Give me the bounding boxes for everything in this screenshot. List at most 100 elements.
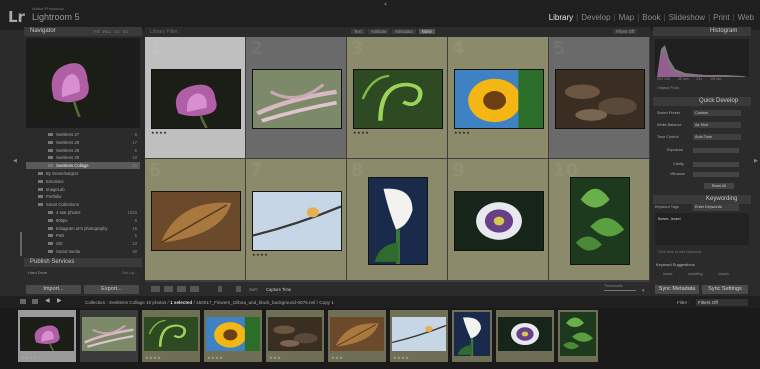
filmstrip-source[interactable]: Collection : Seeklens Collage 10 photos … (85, 300, 334, 305)
star-rating[interactable]: ★★★★ (252, 252, 268, 257)
loupe-view-icon[interactable] (164, 286, 173, 292)
painter-icon[interactable] (218, 286, 222, 292)
grid-cell[interactable]: 4 ★★★★ (448, 37, 548, 158)
exposure-adjust-buttons[interactable] (693, 148, 739, 153)
back-arrow-icon[interactable]: ◀ (45, 297, 51, 304)
filmstrip-thumb[interactable] (558, 310, 598, 362)
collection-item[interactable]: By Genre/subject (26, 170, 140, 177)
toolbar-menu-icon[interactable]: ▾ (642, 288, 645, 294)
grid-cell[interactable]: 8 (347, 159, 447, 280)
collapse-right-arrow-icon[interactable]: ▶ (754, 158, 758, 164)
filter-tab-attribute[interactable]: Attribute (367, 29, 390, 34)
filmstrip-thumb[interactable]: ★★★★ (204, 310, 262, 362)
module-print[interactable]: Print (713, 13, 729, 22)
grid-view-icon[interactable] (151, 286, 160, 292)
second-window-icon[interactable] (20, 299, 26, 304)
collection-item[interactable]: Seeklens 28 17 (26, 139, 140, 146)
compare-view-icon[interactable] (177, 286, 186, 292)
grid-mode-icon[interactable] (32, 299, 38, 304)
forward-arrow-icon[interactable]: ▶ (57, 297, 63, 304)
thumbnail-size-slider[interactable] (604, 290, 636, 291)
collection-item[interactable]: Portfolio (26, 193, 140, 200)
publish-hard-drive[interactable]: Hard Drive (28, 270, 47, 275)
collection-item[interactable]: SIC 13 (26, 240, 140, 247)
photo-thumbnail[interactable] (454, 68, 544, 129)
photo-thumbnail[interactable] (151, 68, 241, 129)
keyword-suggestion[interactable]: wedding (688, 272, 702, 276)
filmstrip-thumb[interactable]: ★★★ (266, 310, 324, 362)
collection-item[interactable]: Seeklens 27 8 (26, 131, 140, 138)
module-book[interactable]: Book (642, 13, 660, 22)
grid-cell[interactable]: 6 (145, 159, 245, 280)
filmstrip-thumb[interactable] (80, 310, 138, 362)
filter-preset-dropdown[interactable]: Filters Off (613, 29, 638, 34)
photo-thumbnail[interactable] (151, 190, 241, 251)
grid-cell[interactable]: 3 ★★★★ (347, 37, 447, 158)
module-develop[interactable]: Develop (581, 13, 610, 22)
photo-thumbnail[interactable] (570, 176, 630, 265)
filmstrip-thumb[interactable]: ★★★★ (390, 310, 448, 362)
grid-cell[interactable]: 10 (549, 159, 649, 280)
filter-tab-text[interactable]: Text (351, 29, 365, 34)
module-web[interactable]: Web (738, 13, 754, 22)
survey-view-icon[interactable] (190, 286, 199, 292)
auto-tone-button[interactable]: Auto Tone (693, 134, 741, 140)
collection-item[interactable]: Seeklens Collage 10 (26, 162, 140, 170)
collection-item[interactable]: Seeklens 29 5 (26, 147, 140, 154)
clarity-adjust-buttons[interactable] (693, 162, 739, 167)
reset-all-button[interactable]: Reset All (704, 183, 734, 189)
photo-thumbnail[interactable] (252, 190, 342, 251)
keywords-hint[interactable]: Click here to add keywords (658, 250, 701, 254)
grid-cell[interactable]: 1 ★★★★ (145, 37, 245, 158)
filmstrip-thumb[interactable]: ★★★★ (142, 310, 200, 362)
collection-item[interactable]: Pets 5 (26, 232, 140, 239)
collection-item[interactable]: Smart Collections (26, 201, 140, 208)
import-button[interactable]: Import... (26, 285, 81, 294)
zoom-3-1[interactable]: 3:1 (123, 29, 129, 34)
grid-cell[interactable]: 7 ★★★★ (246, 159, 346, 280)
zoom-fit[interactable]: FIT (94, 29, 100, 34)
saved-preset-dropdown[interactable]: Custom (693, 110, 741, 116)
sort-direction-icon[interactable] (236, 286, 241, 292)
collection-item[interactable]: Seeklens 30 10 (26, 154, 140, 161)
filmstrip-thumb[interactable]: ★★★★ (18, 310, 76, 362)
grid-cell[interactable]: 2 (246, 37, 346, 158)
export-button[interactable]: Export... (84, 285, 139, 294)
zoom-1-1[interactable]: 1:1 (114, 29, 120, 34)
filmstrip-filter-dropdown[interactable]: Filters Off (696, 299, 748, 306)
collection-item[interactable]: 500px 8 (26, 217, 140, 224)
collection-item[interactable]: ImageLab (26, 186, 140, 193)
left-panel-scrollbar[interactable] (20, 232, 22, 256)
module-slideshow[interactable]: Slideshow (669, 13, 705, 22)
filter-tab-none[interactable]: None (418, 29, 435, 34)
grid-cell[interactable]: 9 (448, 159, 548, 280)
keyword-suggestion[interactable]: beach (718, 272, 728, 276)
hard-drive-setup[interactable]: Set Up... (122, 270, 138, 275)
photo-thumbnail[interactable] (555, 68, 645, 129)
collection-item[interactable]: Social media 40 (26, 248, 140, 255)
vibrance-adjust-buttons[interactable] (693, 172, 739, 177)
module-map[interactable]: Map (619, 13, 635, 22)
photo-thumbnail[interactable] (368, 176, 428, 265)
keyword-suggestion[interactable]: Israel (663, 272, 672, 276)
filter-tab-metadata[interactable]: Metadata (392, 29, 416, 34)
star-rating[interactable]: ★★★★ (151, 130, 167, 135)
sort-dropdown[interactable]: Capture Time (266, 287, 291, 292)
collection-item[interactable]: Emotions (26, 178, 140, 185)
collapse-left-arrow-icon[interactable]: ◀ (13, 158, 17, 164)
filmstrip-thumb[interactable] (452, 310, 492, 362)
photo-thumbnail[interactable] (454, 190, 544, 251)
filmstrip-thumb[interactable] (496, 310, 554, 362)
zoom-fill[interactable]: FILL (103, 29, 111, 34)
photo-thumbnail[interactable] (353, 68, 443, 129)
module-library[interactable]: Library (549, 13, 573, 22)
photo-thumbnail[interactable] (252, 68, 342, 129)
original-photo-checkbox[interactable]: Original Photo (657, 86, 679, 90)
sync-metadata-button[interactable]: Sync Metadata (655, 285, 699, 294)
sync-settings-button[interactable]: Sync Settings (702, 285, 748, 294)
filmstrip-thumb[interactable]: ★★★ (328, 310, 386, 362)
star-rating[interactable]: ★★★★ (353, 130, 369, 135)
keyword-tags-dropdown[interactable]: Enter Keywords (693, 204, 739, 211)
collection-item[interactable]: 4-star photos 1023 (26, 209, 140, 216)
grid-cell[interactable]: 5 (549, 37, 649, 158)
